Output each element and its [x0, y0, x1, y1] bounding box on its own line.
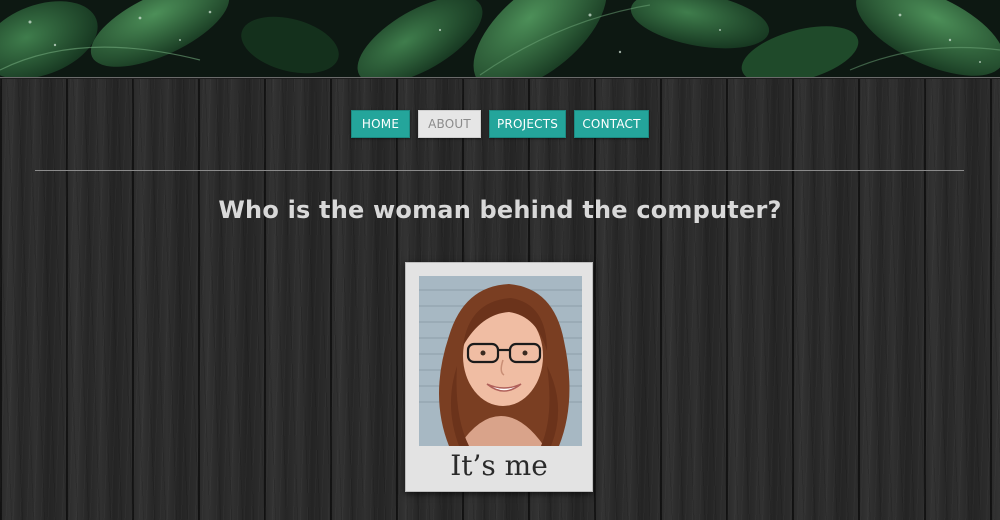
portrait-photo: [419, 276, 582, 446]
section-divider: [35, 170, 964, 171]
nav-contact-button[interactable]: CONTACT: [574, 110, 649, 138]
nav-about-button[interactable]: ABOUT: [418, 110, 481, 138]
page-heading: Who is the woman behind the computer?: [218, 196, 782, 224]
nav-home-button[interactable]: HOME: [351, 110, 410, 138]
main-nav: HOME ABOUT PROJECTS CONTACT: [0, 110, 1000, 138]
header-banner-image: [0, 0, 1000, 78]
polaroid-frame: It’s me: [405, 262, 593, 492]
nav-projects-button[interactable]: PROJECTS: [489, 110, 566, 138]
photo-caption: It’s me: [450, 449, 548, 482]
